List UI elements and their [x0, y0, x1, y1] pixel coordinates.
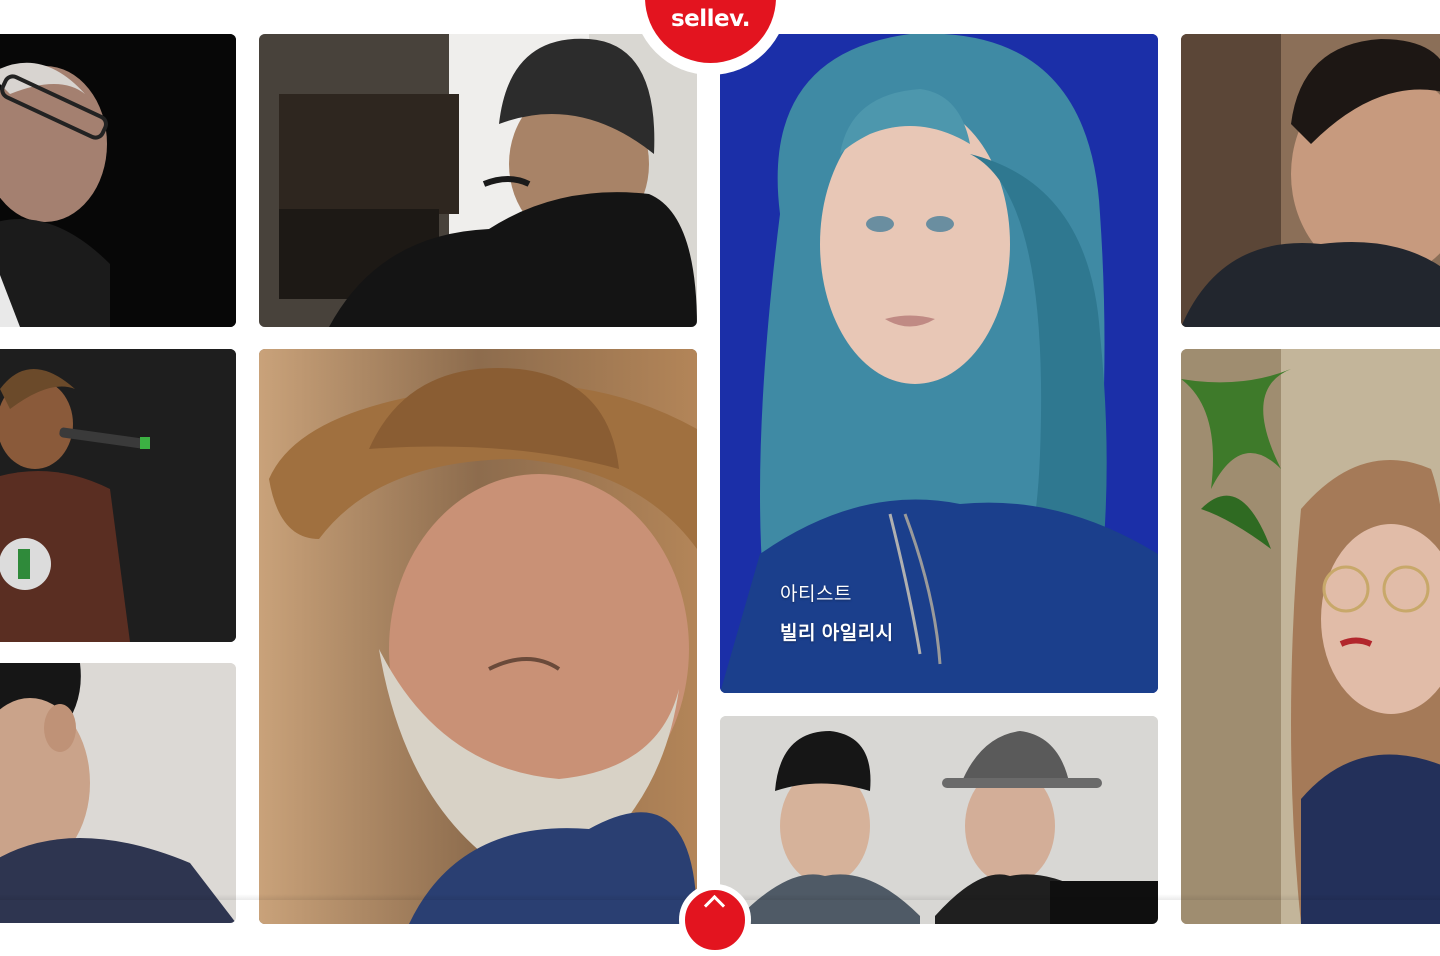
card-straw-hat-man[interactable] — [259, 349, 697, 924]
card-boy-profile[interactable] — [0, 663, 236, 923]
card-young-man-right[interactable] — [1181, 34, 1440, 327]
featured-name: 빌리 아일리시 — [780, 623, 894, 644]
singer-microphone-photo — [0, 349, 236, 642]
chevron-up-icon — [703, 894, 726, 917]
card-billie-eilish[interactable]: 아티스트 빌리 아일리시 — [720, 34, 1158, 693]
straw-hat-man-photo — [259, 349, 697, 924]
two-hat-guys-photo — [720, 716, 1158, 924]
elder-pianist-photo — [0, 34, 236, 327]
featured-category: 아티스트 — [780, 584, 852, 605]
boy-profile-photo — [0, 663, 236, 923]
beanie-man-photo — [259, 34, 697, 327]
card-beanie-man[interactable] — [259, 34, 697, 327]
card-woman-glasses[interactable] — [1181, 349, 1440, 924]
card-singer-microphone[interactable] — [0, 349, 236, 642]
scroll-top-button[interactable] — [679, 884, 751, 956]
card-two-hat-guys[interactable] — [720, 716, 1158, 924]
woman-glasses-photo — [1181, 349, 1440, 924]
featured-caption: 아티스트 빌리 아일리시 — [780, 579, 894, 645]
young-man-right-photo — [1181, 34, 1440, 327]
logo-text: sellev. — [670, 6, 751, 32]
sellev-logo: sellev. — [645, 0, 776, 63]
card-elder-pianist[interactable] — [0, 34, 236, 327]
